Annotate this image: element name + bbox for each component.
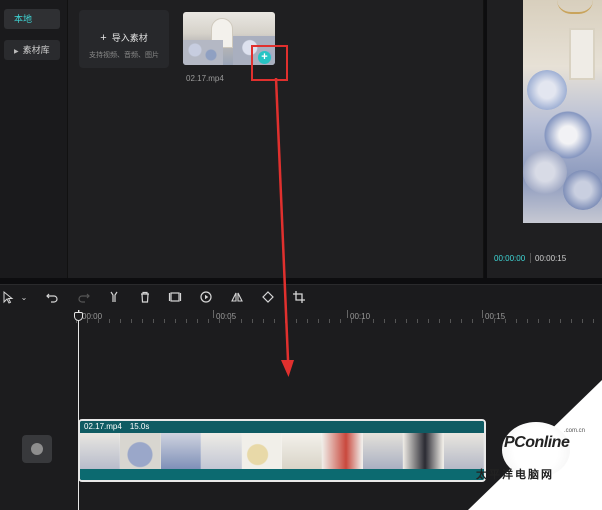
clip-length: 15.0s bbox=[129, 422, 150, 431]
track-audio-button[interactable] bbox=[22, 435, 52, 463]
clip-frame bbox=[362, 433, 404, 469]
ruler-tick-label: 00:15 bbox=[485, 312, 506, 321]
clip-header: 02.17.mp4 15.0s bbox=[80, 421, 484, 433]
import-title: 导入素材 bbox=[111, 33, 148, 43]
crop-icon[interactable] bbox=[291, 290, 307, 306]
freeze-icon[interactable] bbox=[167, 290, 183, 306]
clip-frame bbox=[201, 433, 242, 469]
preview-flower bbox=[527, 70, 567, 110]
import-media-button[interactable]: + 导入素材 支持视频、音频、图片 bbox=[79, 10, 169, 68]
watermark: PConline .com.cn 太平洋电脑网 bbox=[468, 380, 602, 510]
preview-video[interactable] bbox=[523, 0, 602, 223]
timeline-clip[interactable]: 02.17.mp4 15.0s bbox=[78, 419, 486, 482]
ruler-tick-label: 00:10 bbox=[350, 312, 371, 321]
clip-audio-strip bbox=[80, 469, 484, 480]
preview-current-time: 00:00:00 bbox=[494, 254, 526, 263]
clip-frame bbox=[403, 433, 444, 469]
thumb-flowers-left bbox=[183, 40, 223, 65]
clip-frames bbox=[80, 433, 484, 469]
ruler-tick-label: 00:00 bbox=[82, 312, 103, 321]
clip-name: 02.17.mp4 bbox=[84, 422, 122, 431]
highlight-box bbox=[251, 45, 288, 81]
clip-frame bbox=[241, 433, 283, 469]
nav-item-label: 本地 bbox=[14, 14, 33, 24]
preview-duration: 00:00:15 bbox=[535, 254, 567, 263]
watermark-logo: PConline bbox=[504, 434, 570, 451]
watermark-domain: .com.cn bbox=[564, 428, 586, 434]
play-icon[interactable] bbox=[198, 290, 214, 306]
playhead-handle[interactable] bbox=[74, 312, 83, 321]
select-icon[interactable] bbox=[0, 290, 16, 306]
speaker-icon bbox=[31, 443, 43, 455]
delete-icon[interactable] bbox=[137, 290, 153, 306]
undo-icon[interactable] bbox=[44, 290, 60, 306]
redo-icon[interactable] bbox=[76, 290, 92, 306]
clip-frame bbox=[322, 433, 363, 469]
split-icon[interactable] bbox=[106, 290, 122, 306]
clip-frame bbox=[80, 433, 121, 469]
mirror-icon[interactable] bbox=[229, 290, 245, 306]
preview-chandelier bbox=[557, 0, 593, 14]
ruler-tick bbox=[347, 310, 348, 318]
preview-flower bbox=[563, 170, 602, 210]
import-subtitle: 支持视频、音频、图片 bbox=[89, 52, 159, 59]
caret-right-icon: ▶ bbox=[14, 49, 19, 55]
ruler-tick-label: 00:05 bbox=[216, 312, 237, 321]
ruler-tick bbox=[482, 310, 483, 318]
ruler-tick bbox=[213, 310, 214, 318]
track-header bbox=[0, 310, 68, 510]
clip-frame bbox=[120, 433, 161, 469]
ruler-minor-ticks bbox=[76, 319, 602, 323]
side-nav: 本地 ▶ 素材库 bbox=[0, 0, 68, 278]
clip-frame bbox=[160, 433, 202, 469]
nav-item-label: 素材库 bbox=[22, 45, 50, 55]
preview-window bbox=[569, 28, 595, 80]
preview-flower bbox=[523, 150, 567, 194]
media-filename: 02.17.mp4 bbox=[186, 74, 224, 83]
plus-icon: + bbox=[100, 32, 107, 44]
nav-item-library[interactable]: ▶ 素材库 bbox=[4, 40, 60, 60]
timeline-toolbar: ⌄ bbox=[0, 284, 602, 310]
watermark-logo-cn: 太平洋电脑网 bbox=[476, 469, 554, 481]
playhead-line[interactable] bbox=[78, 310, 79, 510]
clip-frame bbox=[282, 433, 323, 469]
chevron-down-icon[interactable]: ⌄ bbox=[16, 290, 32, 306]
rotate-icon[interactable] bbox=[260, 290, 276, 306]
import-title-row: + 导入素材 bbox=[79, 31, 169, 44]
time-separator bbox=[530, 253, 531, 263]
time-ruler[interactable]: 00:00 00:05 00:10 00:15 bbox=[76, 310, 602, 324]
nav-item-local[interactable]: 本地 bbox=[4, 9, 60, 29]
